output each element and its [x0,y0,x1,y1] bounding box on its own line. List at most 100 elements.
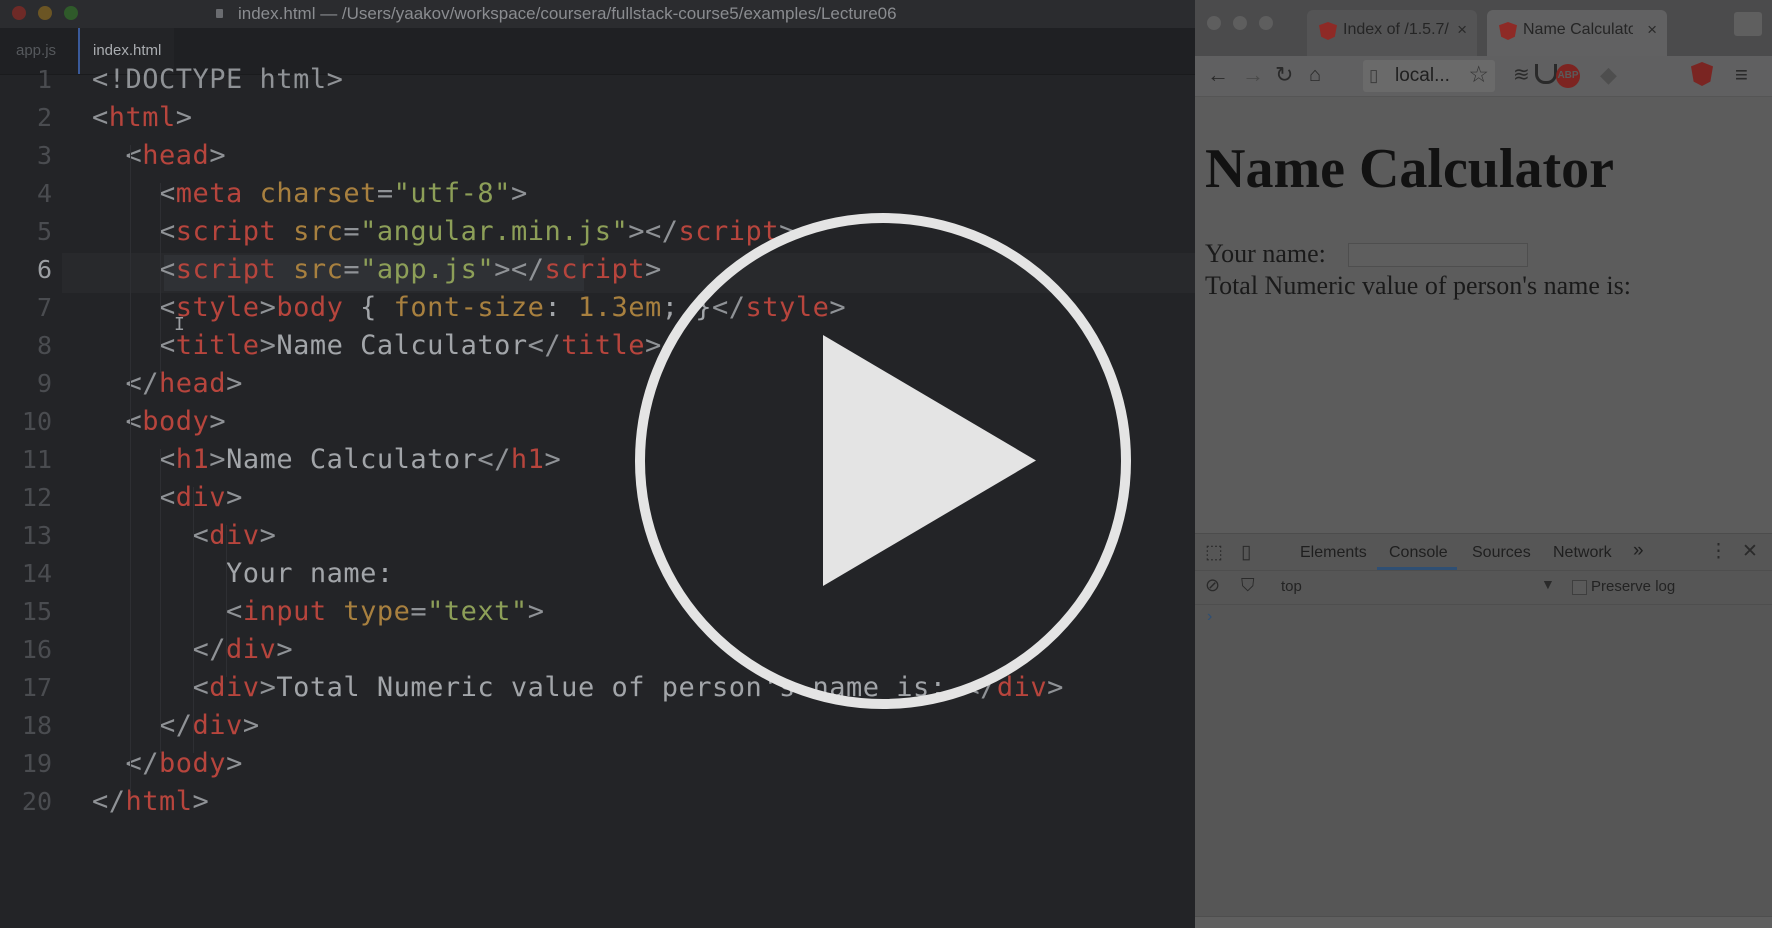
code-token: src [293,216,344,247]
editor-window-title: index.html — /Users/yaakov/workspace/cou… [238,4,897,23]
pocket-extension-icon[interactable]: . [1535,64,1557,84]
tab-network[interactable]: Network [1553,544,1612,562]
code-token: > [276,634,294,665]
code-token: body [276,292,344,323]
code-token: div [175,482,227,513]
code-token: ></ [628,216,679,247]
line-number: 2 [36,103,52,132]
code-token: > [192,786,210,817]
page-heading: Name Calculator [1205,138,1615,200]
code-token: > [259,672,277,703]
address-bar[interactable]: ▯ local... ☆ [1363,60,1495,92]
devtools-panel: ⬚ ▯ Elements Console Sources Network » ⋮… [1195,533,1772,928]
code-token: "app.js" [360,254,495,285]
indent-guide [193,487,194,753]
devtools-tab-bar: ⬚ ▯ Elements Console Sources Network » ⋮… [1195,534,1772,571]
line-number: 3 [36,141,52,170]
line-number: 11 [21,445,52,474]
dropdown-arrow-icon[interactable]: ▼ [1541,576,1555,592]
extension-icon[interactable]: ◆ [1600,62,1617,88]
browser-tab-index[interactable]: Index of /1.5.7/ × [1307,10,1477,56]
line-number: 20 [21,787,52,816]
code-token: > [226,368,243,399]
tab-sources[interactable]: Sources [1472,544,1531,562]
name-input[interactable] [1348,243,1528,267]
browser-tab-name-calculator[interactable]: Name Calculator × [1487,10,1667,56]
tab-elements[interactable]: Elements [1300,544,1367,562]
code-token: "angular.min.js" [360,216,629,247]
more-tabs-icon[interactable]: » [1633,540,1644,562]
code-token: src [293,254,344,285]
close-devtools-icon[interactable]: ✕ [1742,540,1758,563]
code-token: script [175,254,277,285]
back-icon[interactable]: ← [1207,62,1229,88]
minimize-window-button[interactable] [38,6,52,20]
code-token: > [510,178,528,209]
minimize-window-button[interactable] [1233,16,1247,30]
angular-extension-icon[interactable] [1691,62,1713,86]
line-number: 9 [36,369,52,398]
zoom-window-button[interactable] [1259,16,1273,30]
code-line: Your name: [92,558,394,589]
code-token: > [226,482,243,513]
browser-window: Index of /1.5.7/ × Name Calculator × ← →… [1195,0,1772,928]
more-options-icon[interactable]: ⋮ [1709,540,1728,563]
code-line: <script src="app.js"></script> [92,254,662,285]
reload-icon[interactable]: ↻ [1275,62,1293,88]
tab-console[interactable]: Console [1389,544,1448,562]
code-token: html [108,102,176,133]
preserve-log-checkbox[interactable] [1572,580,1587,595]
inspect-element-icon[interactable]: ⬚ [1205,541,1223,564]
code-token: <!DOCTYPE html> [92,64,344,95]
angular-favicon-icon [1319,22,1337,40]
browser-tab-label: Name Calculator [1523,21,1633,38]
menu-icon[interactable]: ≡ [1735,62,1748,88]
forward-icon[interactable]: → [1242,62,1264,88]
indent-guide [130,411,131,791]
code-token: = [343,254,361,285]
code-token: 1.3em [577,292,662,323]
code-line: </head> [92,368,243,399]
zoom-window-button[interactable] [64,6,78,20]
code-token: h1 [175,444,210,475]
close-tab-icon[interactable]: × [1457,20,1467,40]
code-token: font-size [393,292,545,323]
line-number: 1 [36,65,52,94]
bookmark-star-icon[interactable]: ☆ [1468,61,1489,88]
code-token: </ [92,786,126,817]
code-token: = [410,596,428,627]
clear-console-icon[interactable]: ⊘ [1205,575,1220,596]
console-prompt[interactable]: › [1207,608,1212,626]
code-line: <meta charset="utf-8"> [92,178,528,209]
code-token: script [175,216,277,247]
profile-icon[interactable] [1734,12,1762,36]
adblock-extension-icon[interactable]: ABP [1556,64,1580,88]
home-icon[interactable]: ⌂ [1309,62,1321,88]
indent-guide [226,525,227,677]
close-window-button[interactable] [12,6,26,20]
filter-icon[interactable]: ⛉ [1241,575,1255,596]
browser-tab-bar: Index of /1.5.7/ × Name Calculator × [1195,0,1772,56]
code-token: { [343,292,394,323]
layers-extension-icon[interactable]: ≋ [1513,62,1530,88]
web-page-content: Name Calculator Your name: Total Numeric… [1195,97,1772,533]
context-selector[interactable]: top [1281,578,1302,595]
line-number: 12 [21,483,52,512]
url-text: local... [1395,65,1450,86]
device-toolbar-icon[interactable]: ▯ [1241,541,1251,564]
code-token: "utf-8" [393,178,511,209]
code-token: </ [92,710,193,741]
code-token: = [376,178,394,209]
code-token: < [92,444,176,475]
close-tab-icon[interactable]: × [1647,20,1657,40]
code-token: > [259,330,277,361]
code-token: > [209,406,227,437]
code-token: < [92,140,143,171]
close-window-button[interactable] [1207,16,1221,30]
line-number: 8 [36,331,52,360]
code-token: type [343,596,411,627]
preserve-log-label: Preserve log [1591,578,1676,595]
